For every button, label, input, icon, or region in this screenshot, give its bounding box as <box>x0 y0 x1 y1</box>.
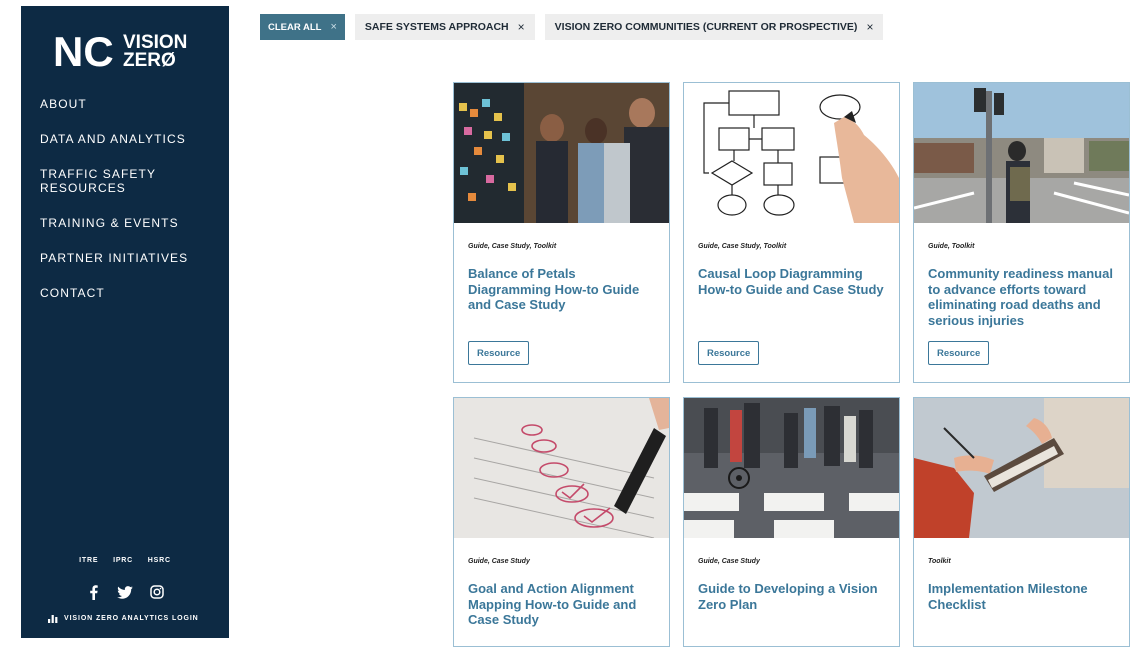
resource-card-vision-zero-plan[interactable]: Guide, Case Study Guide to Developing a … <box>683 397 900 647</box>
card-image-team-whiteboard <box>454 83 669 223</box>
org-link-iprc[interactable]: IPRC <box>113 557 133 564</box>
filter-chip-label: VISION ZERO COMMUNITIES (CURRENT OR PROS… <box>554 21 858 33</box>
org-link-itre[interactable]: ITRE <box>79 557 98 564</box>
clear-all-button[interactable]: CLEAR ALL × <box>260 14 345 40</box>
card-tags: Toolkit <box>928 558 951 565</box>
resource-button[interactable]: Resource <box>928 341 990 365</box>
card-image-clipboard-writing <box>914 398 1129 538</box>
main-nav: ABOUT DATA AND ANALYTICS TRAFFIC SAFETY … <box>40 97 188 321</box>
close-icon: × <box>330 21 337 33</box>
resource-card-balance-of-petals[interactable]: Guide, Case Study, Toolkit Balance of Pe… <box>453 82 670 383</box>
svg-text:ZERØ: ZERØ <box>123 50 176 71</box>
analytics-login-label: VISION ZERO ANALYTICS LOGIN <box>64 614 199 622</box>
facebook-icon[interactable] <box>84 583 102 601</box>
card-tags: Guide, Case Study, Toolkit <box>698 243 787 250</box>
card-title[interactable]: Guide to Developing a Vision Zero Plan <box>698 581 888 612</box>
analytics-login-link[interactable]: VISION ZERO ANALYTICS LOGIN <box>48 613 199 623</box>
resource-card-implementation-checklist[interactable]: Toolkit Implementation Milestone Checkli… <box>913 397 1130 647</box>
nav-item-contact[interactable]: CONTACT <box>40 286 188 300</box>
card-title[interactable]: Goal and Action Alignment Mapping How-to… <box>468 581 658 628</box>
remove-filter-icon[interactable]: × <box>518 20 525 34</box>
nav-item-traffic-safety-resources[interactable]: TRAFFIC SAFETY RESOURCES <box>40 167 170 195</box>
card-tags: Guide, Case Study <box>698 558 760 565</box>
org-link-hsrc[interactable]: HSRC <box>148 557 171 564</box>
bar-chart-icon <box>48 615 58 623</box>
twitter-icon[interactable] <box>116 583 134 601</box>
active-filters: CLEAR ALL × SAFE SYSTEMS APPROACH × VISI… <box>260 14 884 40</box>
card-title[interactable]: Balance of Petals Diagramming How-to Gui… <box>468 266 658 313</box>
card-image-checklist-pen <box>454 398 669 538</box>
resource-card-goal-action-alignment[interactable]: Guide, Case Study Goal and Action Alignm… <box>453 397 670 647</box>
partner-orgs: ITRE IPRC HSRC <box>21 557 229 564</box>
card-image-street-crossing <box>914 83 1129 223</box>
remove-filter-icon[interactable]: × <box>866 20 873 34</box>
resource-button[interactable]: Resource <box>698 341 760 365</box>
card-title[interactable]: Community readiness manual to advance ef… <box>928 266 1118 328</box>
nav-item-about[interactable]: ABOUT <box>40 97 188 111</box>
nc-vision-zero-logo[interactable]: NC VISION ZERØ <box>53 28 198 72</box>
sidebar: NC VISION ZERØ ABOUT DATA AND ANALYTICS … <box>21 6 229 638</box>
card-tags: Guide, Toolkit <box>928 243 975 250</box>
card-tags: Guide, Case Study, Toolkit <box>468 243 557 250</box>
nav-item-data-and-analytics[interactable]: DATA AND ANALYTICS <box>40 132 188 146</box>
card-image-crosswalk-pedestrians <box>684 398 899 538</box>
card-title[interactable]: Implementation Milestone Checklist <box>928 581 1118 612</box>
instagram-icon[interactable] <box>148 583 166 601</box>
card-tags: Guide, Case Study <box>468 558 530 565</box>
resource-card-community-readiness[interactable]: Guide, Toolkit Community readiness manua… <box>913 82 1130 383</box>
filter-chip-vision-zero-communities[interactable]: VISION ZERO COMMUNITIES (CURRENT OR PROS… <box>544 14 884 40</box>
card-title[interactable]: Causal Loop Diagramming How-to Guide and… <box>698 266 888 297</box>
resource-button[interactable]: Resource <box>468 341 530 365</box>
social-links <box>21 583 229 601</box>
svg-text:NC: NC <box>53 28 114 72</box>
nav-item-partner-initiatives[interactable]: PARTNER INITIATIVES <box>40 251 188 265</box>
card-image-flowchart-drawing <box>684 83 899 223</box>
filter-chip-safe-systems-approach[interactable]: SAFE SYSTEMS APPROACH × <box>354 14 535 40</box>
resource-card-causal-loop[interactable]: Guide, Case Study, Toolkit Causal Loop D… <box>683 82 900 383</box>
nav-item-training-events[interactable]: TRAINING & EVENTS <box>40 216 188 230</box>
filter-chip-label: SAFE SYSTEMS APPROACH <box>364 21 509 33</box>
clear-all-label: CLEAR ALL <box>268 21 322 33</box>
